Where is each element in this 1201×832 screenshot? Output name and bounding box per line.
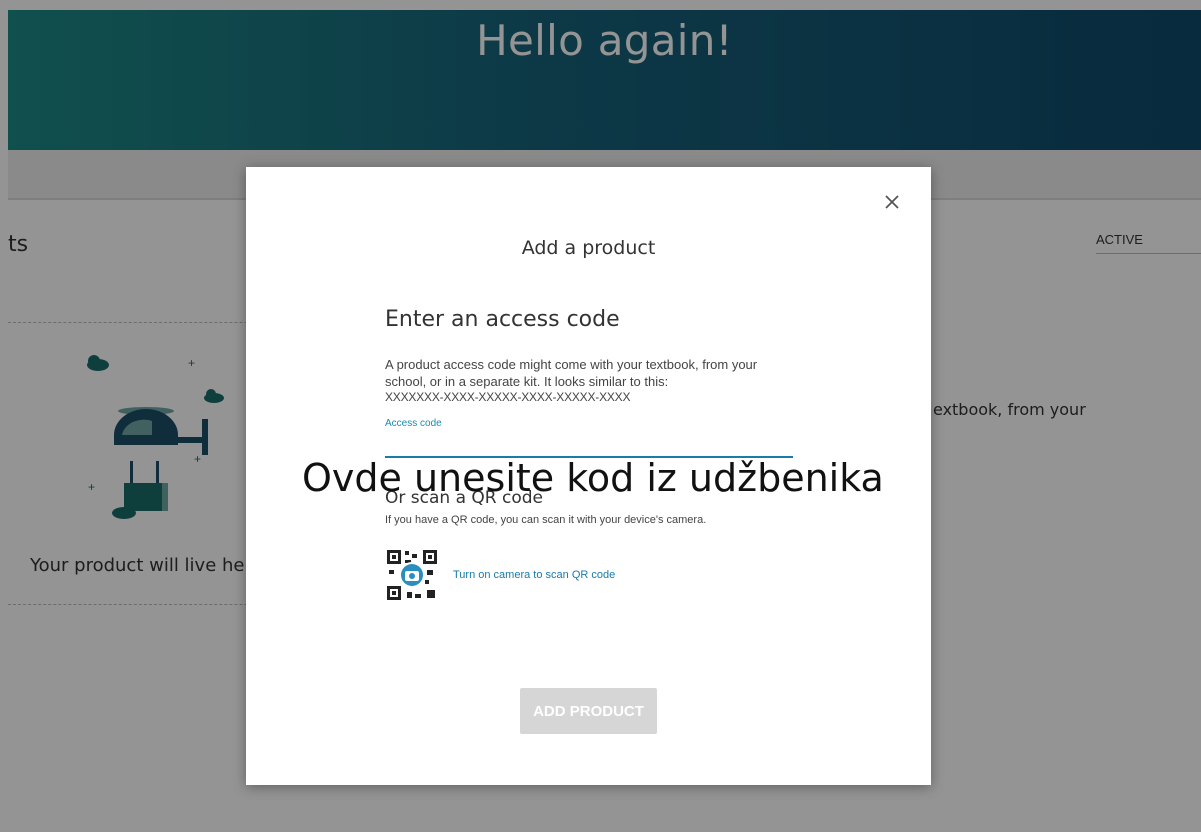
qr-scan-row[interactable]: Turn on camera to scan QR code — [385, 548, 795, 602]
qr-camera-icon[interactable] — [385, 548, 439, 602]
add-product-button[interactable]: ADD PRODUCT — [520, 688, 657, 734]
turn-on-camera-link[interactable]: Turn on camera to scan QR code — [453, 569, 615, 581]
qr-heading: Or scan a QR code — [385, 488, 543, 508]
access-code-input[interactable] — [385, 432, 793, 458]
access-code-label: Access code — [385, 418, 442, 429]
close-icon — [885, 195, 899, 209]
example-code: XXXXXXX-XXXX-XXXXX-XXXX-XXXXX-XXXX — [385, 390, 631, 404]
access-code-heading: Enter an access code — [385, 307, 620, 332]
dialog-title: Add a product — [521, 237, 656, 259]
access-code-field: Access code — [385, 416, 795, 464]
qr-description: If you have a QR code, you can scan it w… — [385, 514, 707, 526]
add-product-dialog: Add a product Enter an access code A pro… — [246, 167, 931, 785]
close-button[interactable] — [881, 191, 903, 213]
access-code-section: Enter an access code A product access co… — [385, 307, 795, 602]
access-code-description: A product access code might come with yo… — [385, 357, 758, 389]
